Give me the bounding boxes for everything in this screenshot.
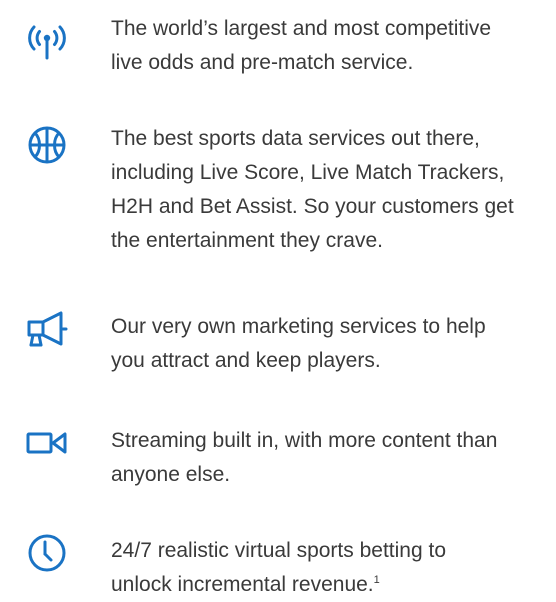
feature-text-line: anyone else.	[111, 463, 231, 486]
feature-text-line: The world’s largest and most competitive	[111, 17, 492, 40]
feature-text-line: including Live Score, Live Match Tracker…	[111, 161, 505, 184]
basketball-icon	[24, 122, 70, 168]
video-camera-icon	[24, 420, 70, 466]
footnote-marker[interactable]: 1	[374, 574, 380, 586]
feature-text-line: live odds and pre-match service.	[111, 51, 414, 74]
feature-text-live-odds: The world’s largest and most competitive…	[111, 12, 551, 80]
feature-text-virtual-sports: 24/7 realistic virtual sports betting to…	[111, 534, 551, 602]
feature-text-line: Streaming built in, with more content th…	[111, 429, 498, 452]
feature-text-line: The best sports data services out there,	[111, 127, 480, 150]
feature-text-sports-data: The best sports data services out there,…	[111, 122, 551, 258]
feature-text-marketing: Our very own marketing services to help …	[111, 310, 551, 378]
feature-text-line: 24/7 realistic virtual sports betting to	[111, 539, 446, 562]
feature-text-line: H2H and Bet Assist. So your customers ge…	[111, 195, 514, 218]
feature-list: The world’s largest and most competitive…	[0, 0, 556, 601]
feature-text-line: the entertainment they crave.	[111, 229, 383, 252]
feature-text-segment: unlock incremental revenue.	[111, 573, 374, 596]
clock-icon	[24, 530, 70, 576]
megaphone-icon	[24, 306, 70, 352]
feature-text-line: you attract and keep players.	[111, 349, 381, 372]
feature-text-streaming: Streaming built in, with more content th…	[111, 424, 551, 492]
feature-text-line: unlock incremental revenue.1	[111, 568, 551, 602]
broadcast-antenna-icon	[24, 20, 70, 66]
feature-text-line: Our very own marketing services to help	[111, 315, 486, 338]
